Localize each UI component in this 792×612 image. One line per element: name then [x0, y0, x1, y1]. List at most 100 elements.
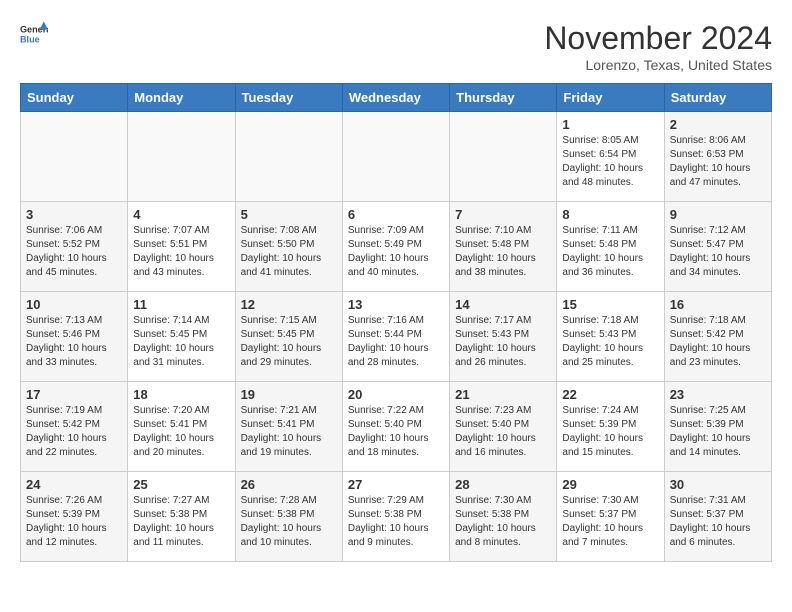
day-number: 27 [348, 477, 444, 492]
day-info: Sunrise: 7:30 AM Sunset: 5:37 PM Dayligh… [562, 494, 658, 550]
svg-text:Blue: Blue [20, 34, 40, 44]
day-number: 1 [562, 117, 658, 132]
day-info: Sunrise: 7:11 AM Sunset: 5:48 PM Dayligh… [562, 224, 658, 280]
day-number: 2 [670, 117, 766, 132]
weekday-header-saturday: Saturday [664, 84, 771, 112]
day-number: 16 [670, 297, 766, 312]
calendar-day-14: 14Sunrise: 7:17 AM Sunset: 5:43 PM Dayli… [450, 292, 557, 382]
empty-cell [235, 112, 342, 202]
day-number: 23 [670, 387, 766, 402]
day-info: Sunrise: 7:24 AM Sunset: 5:39 PM Dayligh… [562, 404, 658, 460]
calendar-day-17: 17 Sunrise: 7:19 AM Sunset: 5:42 PM Dayli… [21, 382, 128, 472]
day-number: 22 [562, 387, 658, 402]
page-header: General Blue November 2024 Lorenzo, Texa… [20, 20, 772, 73]
day-number: 13 [348, 297, 444, 312]
calendar-day-28: 28 Sunrise: 7:30 AM Sunset: 5:38 PM Dayli… [450, 472, 557, 562]
day-number: 28 [455, 477, 551, 492]
day-info: Sunrise: 7:18 AM Sunset: 5:42 PM Dayligh… [670, 314, 766, 370]
day-info: Sunrise: 7:18 AM Sunset: 5:43 PM Dayligh… [562, 314, 658, 370]
calendar-day-20: 20 Sunrise: 7:22 AM Sunset: 5:40 PM Dayli… [342, 382, 449, 472]
calendar-day-4: 4 Sunrise: 7:07 AM Sunset: 5:51 PM Daylig… [128, 202, 235, 292]
day-info: Sunrise: 7:22 AM Sunset: 5:40 PM Dayligh… [348, 404, 444, 460]
day-number: 10 [26, 297, 122, 312]
day-info: Sunrise: 7:07 AM Sunset: 5:51 PM Dayligh… [133, 224, 229, 280]
day-info: Sunrise: 7:09 AM Sunset: 5:49 PM Dayligh… [348, 224, 444, 280]
day-info: Sunrise: 7:29 AM Sunset: 5:38 PM Dayligh… [348, 494, 444, 550]
calendar-day-1: 1Sunrise: 8:05 AM Sunset: 6:54 PM Daylig… [557, 112, 664, 202]
day-info: Sunrise: 7:27 AM Sunset: 5:38 PM Dayligh… [133, 494, 229, 550]
calendar-day-7: 7 Sunrise: 7:10 AM Sunset: 5:48 PM Daylig… [450, 202, 557, 292]
day-info: Sunrise: 7:21 AM Sunset: 5:41 PM Dayligh… [241, 404, 337, 460]
day-info: Sunrise: 7:16 AM Sunset: 5:44 PM Dayligh… [348, 314, 444, 370]
day-number: 17 [26, 387, 122, 402]
calendar-week-3: 10 Sunrise: 7:13 AM Sunset: 5:46 PM Dayli… [21, 292, 772, 382]
day-info: Sunrise: 8:06 AM Sunset: 6:53 PM Dayligh… [670, 134, 766, 190]
day-number: 21 [455, 387, 551, 402]
calendar-day-5: 5 Sunrise: 7:08 AM Sunset: 5:50 PM Daylig… [235, 202, 342, 292]
calendar-day-13: 13 Sunrise: 7:16 AM Sunset: 5:44 PM Dayli… [342, 292, 449, 382]
day-number: 3 [26, 207, 122, 222]
day-number: 5 [241, 207, 337, 222]
month-title: November 2024 [544, 20, 772, 57]
calendar-day-6: 6 Sunrise: 7:09 AM Sunset: 5:49 PM Daylig… [342, 202, 449, 292]
calendar-day-15: 15Sunrise: 7:18 AM Sunset: 5:43 PM Dayli… [557, 292, 664, 382]
day-number: 4 [133, 207, 229, 222]
day-info: Sunrise: 7:06 AM Sunset: 5:52 PM Dayligh… [26, 224, 122, 280]
calendar-day-24: 24 Sunrise: 7:26 AM Sunset: 5:39 PM Dayli… [21, 472, 128, 562]
calendar-day-19: 19 Sunrise: 7:21 AM Sunset: 5:41 PM Dayli… [235, 382, 342, 472]
logo-icon: General Blue [20, 20, 48, 48]
day-number: 18 [133, 387, 229, 402]
day-number: 29 [562, 477, 658, 492]
weekday-header-thursday: Thursday [450, 84, 557, 112]
weekday-header-wednesday: Wednesday [342, 84, 449, 112]
day-number: 9 [670, 207, 766, 222]
calendar-day-12: 12 Sunrise: 7:15 AM Sunset: 5:45 PM Dayli… [235, 292, 342, 382]
day-info: Sunrise: 7:31 AM Sunset: 5:37 PM Dayligh… [670, 494, 766, 550]
calendar-day-9: 9 Sunrise: 7:12 AM Sunset: 5:47 PM Daylig… [664, 202, 771, 292]
day-info: Sunrise: 7:26 AM Sunset: 5:39 PM Dayligh… [26, 494, 122, 550]
calendar-day-22: 22 Sunrise: 7:24 AM Sunset: 5:39 PM Dayli… [557, 382, 664, 472]
day-number: 12 [241, 297, 337, 312]
day-info: Sunrise: 7:13 AM Sunset: 5:46 PM Dayligh… [26, 314, 122, 370]
day-info: Sunrise: 7:23 AM Sunset: 5:40 PM Dayligh… [455, 404, 551, 460]
day-info: Sunrise: 7:14 AM Sunset: 5:45 PM Dayligh… [133, 314, 229, 370]
day-number: 14 [455, 297, 551, 312]
day-info: Sunrise: 7:30 AM Sunset: 5:38 PM Dayligh… [455, 494, 551, 550]
calendar-day-30: 30 Sunrise: 7:31 AM Sunset: 5:37 PM Dayli… [664, 472, 771, 562]
day-number: 30 [670, 477, 766, 492]
calendar-week-1: 1Sunrise: 8:05 AM Sunset: 6:54 PM Daylig… [21, 112, 772, 202]
day-info: Sunrise: 7:19 AM Sunset: 5:42 PM Dayligh… [26, 404, 122, 460]
empty-cell [450, 112, 557, 202]
weekday-header-row: SundayMondayTuesdayWednesdayThursdayFrid… [21, 84, 772, 112]
weekday-header-sunday: Sunday [21, 84, 128, 112]
calendar-day-16: 16 Sunrise: 7:18 AM Sunset: 5:42 PM Dayli… [664, 292, 771, 382]
calendar-week-2: 3 Sunrise: 7:06 AM Sunset: 5:52 PM Daylig… [21, 202, 772, 292]
calendar-day-8: 8 Sunrise: 7:11 AM Sunset: 5:48 PM Daylig… [557, 202, 664, 292]
day-number: 19 [241, 387, 337, 402]
day-info: Sunrise: 7:08 AM Sunset: 5:50 PM Dayligh… [241, 224, 337, 280]
logo: General Blue [20, 20, 48, 48]
calendar-day-29: 29 Sunrise: 7:30 AM Sunset: 5:37 PM Dayli… [557, 472, 664, 562]
calendar-body: 1Sunrise: 8:05 AM Sunset: 6:54 PM Daylig… [21, 112, 772, 562]
calendar-day-3: 3 Sunrise: 7:06 AM Sunset: 5:52 PM Daylig… [21, 202, 128, 292]
location: Lorenzo, Texas, United States [544, 57, 772, 73]
calendar-week-5: 24 Sunrise: 7:26 AM Sunset: 5:39 PM Dayli… [21, 472, 772, 562]
calendar-day-27: 27 Sunrise: 7:29 AM Sunset: 5:38 PM Dayli… [342, 472, 449, 562]
day-number: 25 [133, 477, 229, 492]
empty-cell [128, 112, 235, 202]
day-number: 8 [562, 207, 658, 222]
day-number: 26 [241, 477, 337, 492]
day-info: Sunrise: 7:15 AM Sunset: 5:45 PM Dayligh… [241, 314, 337, 370]
day-number: 6 [348, 207, 444, 222]
day-info: Sunrise: 7:12 AM Sunset: 5:47 PM Dayligh… [670, 224, 766, 280]
calendar-table: SundayMondayTuesdayWednesdayThursdayFrid… [20, 83, 772, 562]
day-number: 7 [455, 207, 551, 222]
calendar-day-23: 23Sunrise: 7:25 AM Sunset: 5:39 PM Dayli… [664, 382, 771, 472]
day-number: 20 [348, 387, 444, 402]
day-info: Sunrise: 7:10 AM Sunset: 5:48 PM Dayligh… [455, 224, 551, 280]
title-block: November 2024 Lorenzo, Texas, United Sta… [544, 20, 772, 73]
calendar-header: SundayMondayTuesdayWednesdayThursdayFrid… [21, 84, 772, 112]
calendar-day-26: 26Sunrise: 7:28 AM Sunset: 5:38 PM Dayli… [235, 472, 342, 562]
day-number: 24 [26, 477, 122, 492]
empty-cell [342, 112, 449, 202]
